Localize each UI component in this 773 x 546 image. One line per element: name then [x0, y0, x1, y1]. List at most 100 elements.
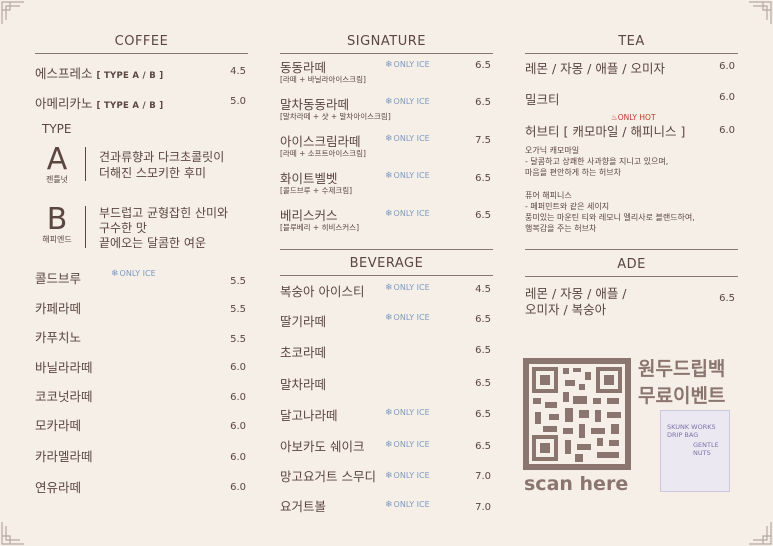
- only-ice-badge: ❄ONLY ICE: [385, 134, 430, 144]
- price-mochalatte: 6.0: [230, 421, 246, 432]
- menu-item-coconutlatte: 코코넛라떼: [35, 389, 93, 404]
- price-fruittea: 6.0: [719, 61, 735, 72]
- herb-note-5: 퓨어 해피니스: [525, 191, 572, 200]
- only-ice-badge: ❄ONLY ICE: [385, 60, 430, 70]
- type-a-divider: [85, 147, 86, 181]
- type-a-letter: A: [46, 142, 68, 177]
- price-matchalatte: 6.5: [475, 378, 491, 389]
- signature-rule: [280, 53, 493, 54]
- menu-item-espresso: 에스프레소[ TYPE A / B ]: [35, 66, 164, 81]
- price-matchadongdong: 6.5: [475, 97, 491, 108]
- menu-item-cappuccino: 카푸치노: [35, 330, 82, 345]
- corner-ornament-bottom-left: [0, 520, 26, 546]
- item-sub-dongdonglatte: [라떼 + 바닐라아이스크림]: [280, 75, 366, 84]
- menu-item-dalgonalatte: 달고나라떼: [280, 408, 338, 423]
- bag-text-4: NUTS: [693, 449, 711, 457]
- only-ice-badge: ❄ONLY ICE: [385, 313, 430, 323]
- event-title: 원두드립백 무료이벤트: [638, 356, 725, 410]
- menu-item-yogurtbowl: 요거트볼: [280, 499, 327, 514]
- only-ice-badge: ❄ONLY ICE: [385, 171, 430, 181]
- snowflake-icon: ❄: [385, 209, 393, 219]
- snowflake-icon: ❄: [385, 97, 393, 107]
- price-whitevelvet: 6.5: [475, 173, 491, 184]
- snowflake-icon: ❄: [385, 500, 393, 510]
- type-b-letter: B: [46, 202, 68, 237]
- price-milktea: 6.0: [719, 92, 735, 103]
- tea-title: TEA: [618, 34, 645, 49]
- coffee-title: COFFEE: [114, 34, 169, 49]
- menu-item-herbtea: 허브티 [ 캐모마일 / 해피니스 ]: [525, 124, 686, 139]
- price-condensedmilklatte: 6.0: [230, 482, 246, 493]
- tea-rule: [525, 53, 738, 54]
- price-americano: 5.0: [230, 96, 246, 107]
- price-avocadoshake: 6.5: [475, 441, 491, 452]
- beverage-rule: [280, 275, 493, 276]
- price-berryscus: 6.5: [475, 210, 491, 221]
- bag-text-3: GENTLE: [693, 441, 719, 449]
- herb-note-8: 행복감을 주는 허브차: [525, 224, 597, 233]
- only-ice-badge: ❄ONLY ICE: [385, 408, 430, 418]
- qr-code[interactable]: [523, 358, 631, 470]
- menu-item-condensedmilklatte: 연유라떼: [35, 480, 82, 495]
- herb-note-2: - 달콤하고 상쾌한 사과향을 지니고 있으며,: [525, 157, 669, 166]
- event-title-line2: 무료이벤트: [638, 385, 726, 407]
- price-cappuccino: 5.5: [230, 334, 246, 345]
- menu-item-avocadoshake: 아보카도 쉐이크: [280, 439, 365, 454]
- corner-ornament-top-right: [747, 0, 773, 26]
- coffee-rule: [35, 53, 248, 54]
- bag-text-1: SKUNK WORKS: [667, 423, 716, 431]
- type-b-divider: [85, 206, 86, 248]
- only-ice-badge: ❄ONLY ICE: [385, 97, 430, 107]
- drip-bag-image: SKUNK WORKS DRIP BAG GENTLE NUTS: [660, 410, 730, 492]
- type-b-desc-2: 구수한 맛: [99, 221, 147, 235]
- menu-item-chocolatte: 초코라떼: [280, 345, 327, 360]
- menu-item-americano: 아메리카노[ TYPE A / B ]: [35, 96, 164, 111]
- beverage-rule-top: [280, 249, 493, 250]
- price-coldbrew: 5.5: [230, 276, 246, 287]
- price-vanillalatte: 6.0: [230, 362, 246, 373]
- herb-note-1: 오가닉 캐모마일: [525, 146, 580, 155]
- snowflake-icon: ❄: [385, 171, 393, 181]
- snowflake-icon: ❄: [111, 269, 119, 279]
- only-ice-badge: ❄ONLY ICE: [385, 283, 430, 293]
- corner-ornament-top-left: [0, 0, 26, 26]
- menu-item-vanillalatte: 바닐라라떼: [35, 360, 93, 375]
- menu-item-fruittea: 레몬 / 자몽 / 애플 / 오미자: [525, 61, 665, 76]
- price-herbtea: 6.0: [719, 125, 735, 136]
- snowflake-icon: ❄: [385, 440, 393, 450]
- snowflake-icon: ❄: [385, 134, 393, 144]
- price-yogurtbowl: 7.0: [475, 502, 491, 513]
- only-ice-badge: ❄ONLY ICE: [111, 269, 156, 279]
- only-ice-badge: ❄ONLY ICE: [385, 500, 430, 510]
- menu-page: COFFEE 에스프레소[ TYPE A / B ] 4.5 아메리카노[ TY…: [0, 0, 773, 546]
- price-dongdonglatte: 6.5: [475, 60, 491, 71]
- corner-ornament-bottom-right: [747, 520, 773, 546]
- price-caramellatte: 6.0: [230, 452, 246, 463]
- menu-item-ade-line2: 오미자 / 복숭아: [525, 302, 607, 317]
- qr-code-pattern: [523, 358, 631, 470]
- type-a-desc-2: 더해진 스모키한 후미: [99, 166, 206, 180]
- only-ice-badge: ❄ONLY ICE: [385, 471, 430, 481]
- item-sub-berryscus: [블루베리 + 히비스커스]: [280, 223, 360, 232]
- price-strawberrylatte: 6.5: [475, 314, 491, 325]
- type-b-name: 해피엔드: [42, 235, 72, 244]
- event-title-line1: 원두드립백: [638, 358, 726, 380]
- price-ade: 6.5: [719, 293, 735, 304]
- menu-item-coldbrew: 콜드브루: [35, 271, 82, 286]
- item-sub-whitevelvet: [콜드브루 + 수제크림]: [280, 186, 353, 195]
- menu-item-caramellatte: 카라멜라떼: [35, 449, 93, 464]
- type-b-desc-3: 끝에오는 달콤한 여운: [99, 236, 206, 250]
- snowflake-icon: ❄: [385, 408, 393, 418]
- snowflake-icon: ❄: [385, 60, 393, 70]
- beverage-title: BEVERAGE: [349, 256, 424, 271]
- price-dalgonalatte: 6.5: [475, 409, 491, 420]
- only-ice-badge: ❄ONLY ICE: [385, 209, 430, 219]
- snowflake-icon: ❄: [385, 313, 393, 323]
- price-icecreamlatte: 7.5: [475, 135, 491, 146]
- snowflake-icon: ❄: [385, 471, 393, 481]
- type-heading: TYPE: [42, 122, 72, 136]
- price-cafelatte: 5.5: [230, 304, 246, 315]
- price-mangoyogurtsmoothie: 7.0: [475, 471, 491, 482]
- menu-item-mangoyogurtsmoothie: 망고요거트 스무디: [280, 469, 376, 484]
- bag-text-2: DRIP BAG: [667, 431, 699, 439]
